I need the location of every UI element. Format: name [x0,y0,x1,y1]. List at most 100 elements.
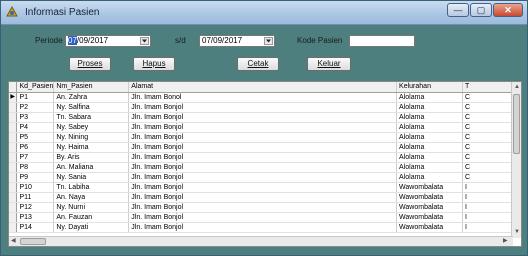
cell-alamat[interactable]: Jln. Imam Bonjol [128,132,398,143]
cell-alamat[interactable]: Jln. Imam Bonjol [128,102,398,113]
row-indicator[interactable] [9,212,18,223]
cell-kd-pasien[interactable]: P12 [16,202,55,213]
cell-nm-pasien[interactable]: By. Aris [53,152,130,163]
cell-alamat[interactable]: Jln. Imam Bonjol [128,222,398,233]
row-indicator[interactable] [9,142,18,153]
cell-kelurahan[interactable]: Wawombalata [396,192,464,203]
cell-kelurahan[interactable]: Wawombalata [396,182,464,193]
cell-kd-pasien[interactable]: P14 [16,222,55,233]
scroll-up-icon[interactable]: ▲ [514,83,520,91]
chevron-down-icon[interactable] [140,37,149,45]
date-to-picker[interactable]: 07/09/2017 [199,35,275,47]
cell-alamat[interactable]: Jln. Imam Bonjol [128,142,398,153]
cell-nm-pasien[interactable]: Ny. Sania [53,172,130,183]
cell-nm-pasien[interactable]: Ny. Sabey [53,122,130,133]
scroll-left-icon[interactable]: ◀ [11,237,16,245]
vertical-scrollbar[interactable]: ▲ ▼ [511,82,521,238]
table-row[interactable]: P9 Ny. Sania Jln. Imam Bonjol Alolama C [9,172,521,183]
table-row[interactable]: P7 By. Aris Jln. Imam Bonjol Alolama C [9,152,521,163]
cell-kelurahan[interactable]: Alolama [396,102,464,113]
hapus-button[interactable]: Hapus [133,57,175,71]
cell-nm-pasien[interactable]: An. Fauzan [53,212,130,223]
row-indicator[interactable] [9,152,18,163]
table-row[interactable]: P14 Ny. Dayati Jln. Imam Bonjol Wawombalata… [9,222,521,233]
cell-kelurahan[interactable]: Alolama [396,162,464,173]
cell-kd-pasien[interactable]: P5 [16,132,55,143]
cell-kd-pasien[interactable]: P1 [16,92,55,103]
row-indicator[interactable] [9,182,18,193]
row-indicator[interactable] [9,132,18,143]
cell-alamat[interactable]: Jln. Imam Bonjol [128,162,398,173]
cell-alamat[interactable]: Jln. Imam Bonjol [128,202,398,213]
cell-kd-pasien[interactable]: P11 [16,192,55,203]
row-indicator[interactable] [9,162,18,173]
table-row[interactable]: P2 Ny. Salfina Jln. Imam Bonjol Alolama C [9,102,521,113]
cell-kd-pasien[interactable]: P9 [16,172,55,183]
cell-kd-pasien[interactable]: P4 [16,122,55,133]
column-header-kelurahan[interactable]: Kelurahan [396,82,464,93]
cell-kd-pasien[interactable]: P10 [16,182,55,193]
cell-nm-pasien[interactable]: Ny. Dayati [53,222,130,233]
cell-kelurahan[interactable]: Alolama [396,142,464,153]
column-header-alamat[interactable]: Alamat [128,82,398,93]
cell-kelurahan[interactable]: Wawombalata [396,212,464,223]
cell-nm-pasien[interactable]: Ny. Salfina [53,102,130,113]
minimize-button[interactable]: — [447,3,469,17]
cell-kd-pasien[interactable]: P6 [16,142,55,153]
cell-nm-pasien[interactable]: An. Maliana [53,162,130,173]
cell-kelurahan[interactable]: Wawombalata [396,222,464,233]
patient-table[interactable]: Kd_Pasien Nm_Pasien Alamat Kelurahan T ▶… [8,81,522,247]
cell-alamat[interactable]: Jln. Imam Bonjol [128,182,398,193]
row-indicator[interactable] [9,222,18,233]
cell-nm-pasien[interactable]: Ny. Haima [53,142,130,153]
cell-kelurahan[interactable]: Alolama [396,172,464,183]
row-indicator[interactable] [9,172,18,183]
table-row[interactable]: P11 An. Naya Jln. Imam Bonjol Wawombalata I [9,192,521,203]
cell-nm-pasien[interactable]: Tn. Labiha [53,182,130,193]
cell-nm-pasien[interactable]: An. Zahra [53,92,130,103]
scroll-right-icon[interactable]: ▶ [503,237,508,245]
cell-kelurahan[interactable]: Alolama [396,122,464,133]
table-row[interactable]: P10 Tn. Labiha Jln. Imam Bonjol Wawombalata… [9,182,521,193]
table-row[interactable]: P5 Ny. Nining Jln. Imam Bonjol Alolama C [9,132,521,143]
cell-alamat[interactable]: Jln. Imam Bonjol [128,122,398,133]
row-indicator[interactable]: ▶ [9,92,18,103]
cell-nm-pasien[interactable]: An. Naya [53,192,130,203]
chevron-down-icon[interactable] [264,37,273,45]
cell-alamat[interactable]: Jln. Imam Bonjol [128,112,398,123]
table-row[interactable]: P4 Ny. Sabey Jln. Imam Bonjol Alolama C [9,122,521,133]
cell-alamat[interactable]: Jln. Imam Bonjol [128,192,398,203]
cell-kelurahan[interactable]: Wawombalata [396,202,464,213]
cell-kd-pasien[interactable]: P13 [16,212,55,223]
maximize-button[interactable]: ▢ [470,3,492,17]
row-indicator[interactable] [9,112,18,123]
cell-alamat[interactable]: Jln. Imam Bonjol [128,212,398,223]
cell-nm-pasien[interactable]: Tn. Sabara [53,112,130,123]
row-indicator[interactable] [9,192,18,203]
title-bar[interactable]: Informasi Pasien — ▢ ✕ [1,1,527,25]
cell-kelurahan[interactable]: Alolama [396,112,464,123]
row-indicator[interactable] [9,202,18,213]
cell-kd-pasien[interactable]: P3 [16,112,55,123]
cell-alamat[interactable]: Jln. Imam Bonol [128,92,398,103]
table-row[interactable]: P8 An. Maliana Jln. Imam Bonjol Alolama C [9,162,521,173]
row-indicator[interactable] [9,102,18,113]
table-row[interactable]: ▶ P1 An. Zahra Jln. Imam Bonol Alolama C [9,92,521,103]
cell-nm-pasien[interactable]: Ny. Nurni [53,202,130,213]
cell-kd-pasien[interactable]: P7 [16,152,55,163]
table-row[interactable]: P13 An. Fauzan Jln. Imam Bonjol Wawombalata… [9,212,521,223]
scroll-down-icon[interactable]: ▼ [514,228,520,236]
keluar-button[interactable]: Keluar [307,57,351,71]
cell-kelurahan[interactable]: Alolama [396,152,464,163]
cell-alamat[interactable]: Jln. Imam Bonjol [128,152,398,163]
table-row[interactable]: P12 Ny. Nurni Jln. Imam Bonjol Wawombalata I [9,202,521,213]
kode-pasien-input[interactable] [349,35,415,47]
row-indicator[interactable] [9,122,18,133]
horizontal-scroll-thumb[interactable] [20,238,46,245]
cell-kd-pasien[interactable]: P2 [16,102,55,113]
cell-kd-pasien[interactable]: P8 [16,162,55,173]
cell-nm-pasien[interactable]: Ny. Nining [53,132,130,143]
date-from-picker[interactable]: 07/09/2017 [65,35,151,47]
column-header-nm-pasien[interactable]: Nm_Pasien [53,82,130,93]
close-button[interactable]: ✕ [493,3,523,17]
